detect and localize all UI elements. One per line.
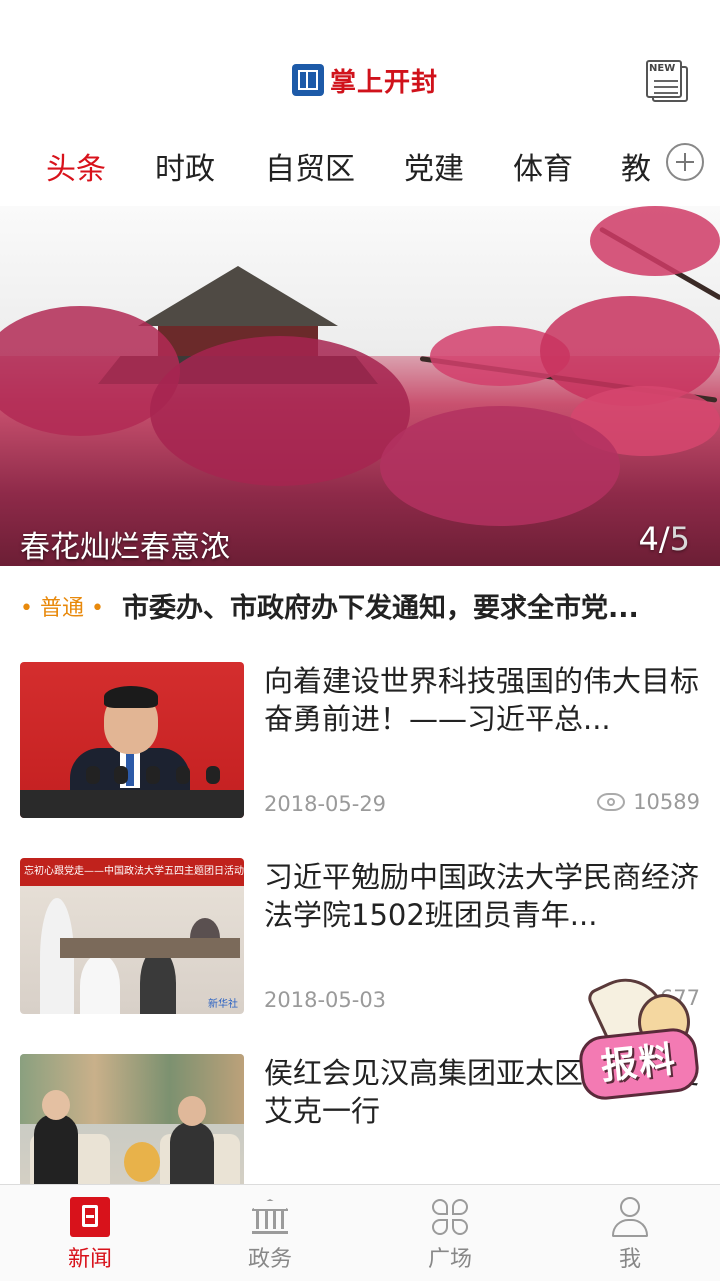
notice-tag: • 普通 • bbox=[20, 596, 104, 621]
microphone bbox=[176, 766, 190, 784]
gov-column bbox=[256, 1211, 259, 1229]
person-head bbox=[42, 1090, 70, 1120]
nav-government[interactable]: 政务 bbox=[180, 1185, 360, 1281]
tab-free-trade-zone[interactable]: 自贸区 bbox=[265, 144, 355, 188]
logo-icon bbox=[292, 64, 324, 96]
article-item[interactable]: 向着建设世界科技强国的伟大目标奋勇前进！——习近平总... 2018-05-29… bbox=[0, 642, 720, 839]
banner-current-page: 4 bbox=[638, 520, 659, 558]
news-icon bbox=[70, 1197, 110, 1237]
nav-label: 我 bbox=[618, 1247, 641, 1272]
tab-headlines[interactable]: 头条 bbox=[46, 144, 106, 188]
nav-me[interactable]: 我 bbox=[540, 1185, 720, 1281]
profile-head bbox=[620, 1197, 640, 1217]
person bbox=[80, 954, 120, 1014]
gov-column bbox=[273, 1211, 276, 1229]
microphone bbox=[146, 766, 160, 784]
profile-body bbox=[612, 1219, 648, 1237]
pavilion-roof bbox=[138, 266, 338, 326]
nav-news[interactable]: 新闻 bbox=[0, 1185, 180, 1281]
newspaper-tag: NEW bbox=[649, 63, 676, 74]
newspaper-line bbox=[654, 80, 678, 82]
gov-pediment bbox=[252, 1199, 288, 1209]
thumbnail-banner-text: 忘初心跟党走——中国政法大学五四主题团日活动 bbox=[20, 858, 244, 886]
government-icon bbox=[250, 1197, 290, 1237]
bottom-navigation: 新闻 政务 广场 我 bbox=[0, 1184, 720, 1281]
plaza-petal bbox=[432, 1219, 448, 1235]
plaza-petal bbox=[452, 1199, 468, 1215]
person-head bbox=[178, 1096, 206, 1126]
notice-bar[interactable]: • 普通 • 市委办、市政府办下发通知，要求全市党... bbox=[0, 566, 720, 643]
banner-title: 春花灿烂春意浓 bbox=[20, 530, 230, 565]
newspaper-line bbox=[654, 92, 678, 94]
gov-column bbox=[265, 1211, 268, 1229]
article-title: 向着建设世界科技强国的伟大目标奋勇前进！——习近平总... bbox=[264, 664, 700, 736]
newspaper-line bbox=[654, 86, 678, 88]
microphone bbox=[206, 766, 220, 784]
article-date: 2018-05-29 bbox=[264, 792, 387, 816]
tab-education[interactable]: 教 bbox=[621, 144, 651, 188]
article-thumbnail: 忘初心跟党走——中国政法大学五四主题团日活动 新华社 bbox=[20, 858, 244, 1014]
app-header: 掌上开封 NEW bbox=[0, 0, 720, 123]
app-title: 掌上开封 bbox=[330, 67, 439, 98]
article-title: 习近平勉励中国政法大学民商经济法学院1502班团员青年... bbox=[264, 860, 700, 932]
flowers bbox=[124, 1142, 160, 1182]
tab-sports[interactable]: 体育 bbox=[513, 144, 573, 188]
microphone bbox=[114, 766, 128, 784]
nav-label: 广场 bbox=[427, 1247, 472, 1272]
blossom bbox=[590, 206, 720, 276]
add-tab-icon[interactable] bbox=[666, 143, 704, 181]
nav-label: 新闻 bbox=[67, 1247, 112, 1272]
meeting-table bbox=[60, 938, 240, 958]
app-logo: 掌上开封 bbox=[292, 62, 438, 98]
nav-label: 政务 bbox=[247, 1247, 292, 1272]
banner-page-indicator: 4/5 bbox=[639, 520, 691, 558]
report-label: 报料 bbox=[576, 1026, 702, 1102]
banner-separator: / bbox=[658, 520, 670, 558]
plaza-petal bbox=[452, 1219, 468, 1235]
tab-party-building[interactable]: 党建 bbox=[404, 144, 464, 188]
newspaper-button[interactable]: NEW bbox=[644, 58, 690, 102]
banner-carousel[interactable]: 春花灿烂春意浓 4/5 bbox=[0, 206, 720, 566]
report-news-button[interactable]: 报料 bbox=[576, 965, 702, 1110]
tab-politics[interactable]: 时政 bbox=[155, 144, 215, 188]
notice-text: 市委办、市政府办下发通知，要求全市党... bbox=[122, 593, 639, 624]
speaker-hair bbox=[104, 686, 158, 708]
article-thumbnail bbox=[20, 662, 244, 818]
category-tabs: 头条 时政 自贸区 党建 体育 教 bbox=[0, 122, 720, 207]
microphone bbox=[86, 766, 100, 784]
article-date: 2018-05-03 bbox=[264, 988, 387, 1012]
plaza-icon bbox=[430, 1197, 470, 1237]
article-views: 10589 bbox=[597, 790, 700, 814]
plaza-petal bbox=[432, 1199, 448, 1215]
thumbnail-logo: 新华社 bbox=[208, 999, 238, 1010]
gov-base bbox=[252, 1231, 288, 1234]
banner-total-pages: 5 bbox=[669, 520, 690, 558]
eye-icon bbox=[597, 793, 626, 811]
nav-plaza[interactable]: 广场 bbox=[360, 1185, 540, 1281]
podium-desk bbox=[20, 790, 244, 818]
blossom bbox=[150, 336, 410, 486]
profile-icon bbox=[610, 1197, 650, 1237]
blossom bbox=[380, 406, 620, 526]
article-view-count: 10589 bbox=[633, 790, 700, 814]
gov-column bbox=[281, 1211, 284, 1229]
